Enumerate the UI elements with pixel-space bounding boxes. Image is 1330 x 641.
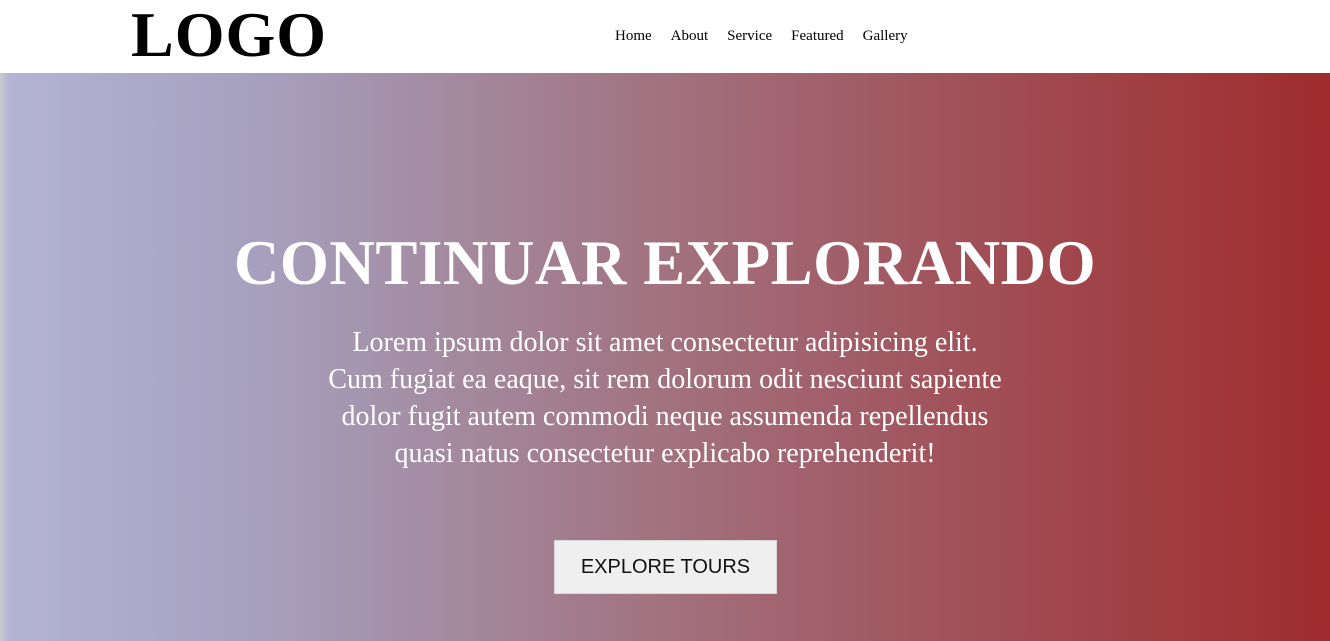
nav-item-home[interactable]: Home bbox=[615, 26, 652, 46]
hero-section: CONTINUAR EXPLORANDO Lorem ipsum dolor s… bbox=[0, 73, 1330, 641]
main-nav: Home About Service Featured Gallery bbox=[615, 26, 908, 46]
nav-item-featured[interactable]: Featured bbox=[791, 26, 843, 46]
hero-title: CONTINUAR EXPLORANDO bbox=[233, 228, 1097, 298]
site-header: LOGO Home About Service Featured Gallery bbox=[0, 0, 1330, 73]
logo[interactable]: LOGO bbox=[131, 2, 327, 68]
explore-tours-button[interactable]: EXPLORE TOURS bbox=[554, 540, 777, 594]
hero-description: Lorem ipsum dolor sit amet consectetur a… bbox=[328, 327, 1002, 469]
nav-item-gallery[interactable]: Gallery bbox=[863, 26, 908, 46]
nav-item-about[interactable]: About bbox=[671, 26, 709, 46]
nav-item-service[interactable]: Service bbox=[727, 26, 772, 46]
